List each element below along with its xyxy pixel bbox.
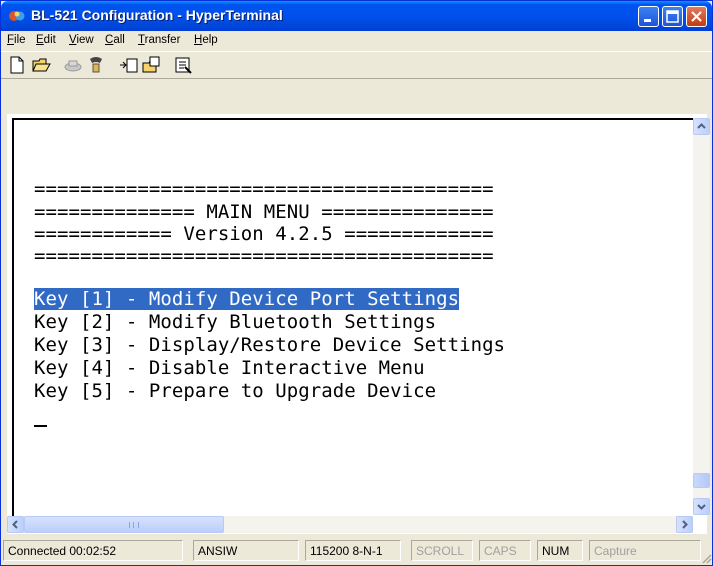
text-cursor bbox=[34, 425, 47, 427]
close-icon bbox=[691, 11, 702, 22]
open-icon[interactable] bbox=[31, 55, 51, 75]
maximize-icon bbox=[666, 10, 679, 23]
menu-edit[interactable]: Edit bbox=[36, 34, 56, 46]
menu-call[interactable]: Call bbox=[105, 34, 125, 46]
send-icon[interactable] bbox=[119, 55, 139, 75]
vertical-scroll-thumb[interactable] bbox=[693, 473, 710, 488]
close-button[interactable] bbox=[686, 6, 707, 27]
window-title: BL-521 Configuration - HyperTerminal bbox=[31, 7, 283, 23]
grip-icon bbox=[129, 522, 139, 528]
hyperterminal-window: BL-521 Configuration - HyperTerminal Fil… bbox=[0, 0, 713, 566]
scroll-up-button[interactable] bbox=[693, 118, 710, 135]
terminal-line: ============== MAIN MENU =============== bbox=[34, 201, 494, 223]
minimize-button[interactable] bbox=[638, 6, 659, 27]
horizontal-scroll-thumb[interactable] bbox=[24, 516, 224, 533]
menu-transfer[interactable]: Transfer bbox=[138, 34, 180, 46]
chevron-right-icon bbox=[682, 520, 688, 529]
status-num: NUM bbox=[537, 540, 583, 561]
menu-option-5: Key [5] - Prepare to Upgrade Device bbox=[34, 380, 437, 402]
scroll-right-button[interactable] bbox=[676, 516, 693, 533]
menu-bar: File Edit View Call Transfer Help bbox=[1, 32, 712, 50]
new-icon[interactable] bbox=[7, 55, 27, 75]
scroll-left-button[interactable] bbox=[7, 516, 24, 533]
properties-icon[interactable] bbox=[173, 55, 193, 75]
terminal-line: ======================================== bbox=[34, 178, 494, 200]
app-icon bbox=[9, 11, 25, 21]
menu-option-2: Key [2] - Modify Bluetooth Settings bbox=[34, 311, 437, 333]
menu-help[interactable]: Help bbox=[194, 34, 218, 46]
receive-icon[interactable] bbox=[141, 55, 161, 75]
terminal-line: ============ Version 4.2.5 ============= bbox=[34, 223, 494, 245]
menu-file[interactable]: File bbox=[7, 34, 26, 46]
status-caps: CAPS bbox=[479, 540, 531, 561]
horizontal-scrollbar[interactable] bbox=[7, 516, 693, 533]
status-connected: Connected 00:02:52 bbox=[3, 540, 183, 561]
maximize-button[interactable] bbox=[662, 6, 683, 27]
toolbar bbox=[1, 51, 712, 79]
minimize-icon bbox=[644, 19, 651, 22]
menu-view[interactable]: View bbox=[69, 34, 94, 46]
terminal-line: ======================================== bbox=[34, 245, 494, 267]
status-scroll: SCROLL bbox=[411, 540, 473, 561]
menu-option-3: Key [3] - Display/Restore Device Setting… bbox=[34, 334, 506, 356]
connect-icon[interactable] bbox=[86, 55, 106, 75]
status-capture: Capture bbox=[589, 540, 701, 561]
chevron-up-icon bbox=[697, 123, 706, 129]
vertical-scrollbar[interactable] bbox=[693, 118, 710, 515]
status-bar: Connected 00:02:52 ANSIW 115200 8-N-1 SC… bbox=[1, 536, 712, 566]
disconnect-icon[interactable] bbox=[63, 55, 83, 75]
chevron-down-icon bbox=[697, 504, 706, 510]
scroll-down-button[interactable] bbox=[693, 498, 710, 515]
title-bar[interactable]: BL-521 Configuration - HyperTerminal bbox=[1, 1, 712, 31]
chevron-left-icon bbox=[12, 520, 18, 529]
status-emulation: ANSIW bbox=[193, 540, 299, 561]
menu-option-4: Key [4] - Disable Interactive Menu bbox=[34, 357, 425, 379]
menu-option-1-selected[interactable]: Key [1] - Modify Device Port Settings bbox=[34, 288, 460, 310]
status-port-settings: 115200 8-N-1 bbox=[305, 540, 401, 561]
resize-grip-icon[interactable] bbox=[700, 552, 712, 564]
